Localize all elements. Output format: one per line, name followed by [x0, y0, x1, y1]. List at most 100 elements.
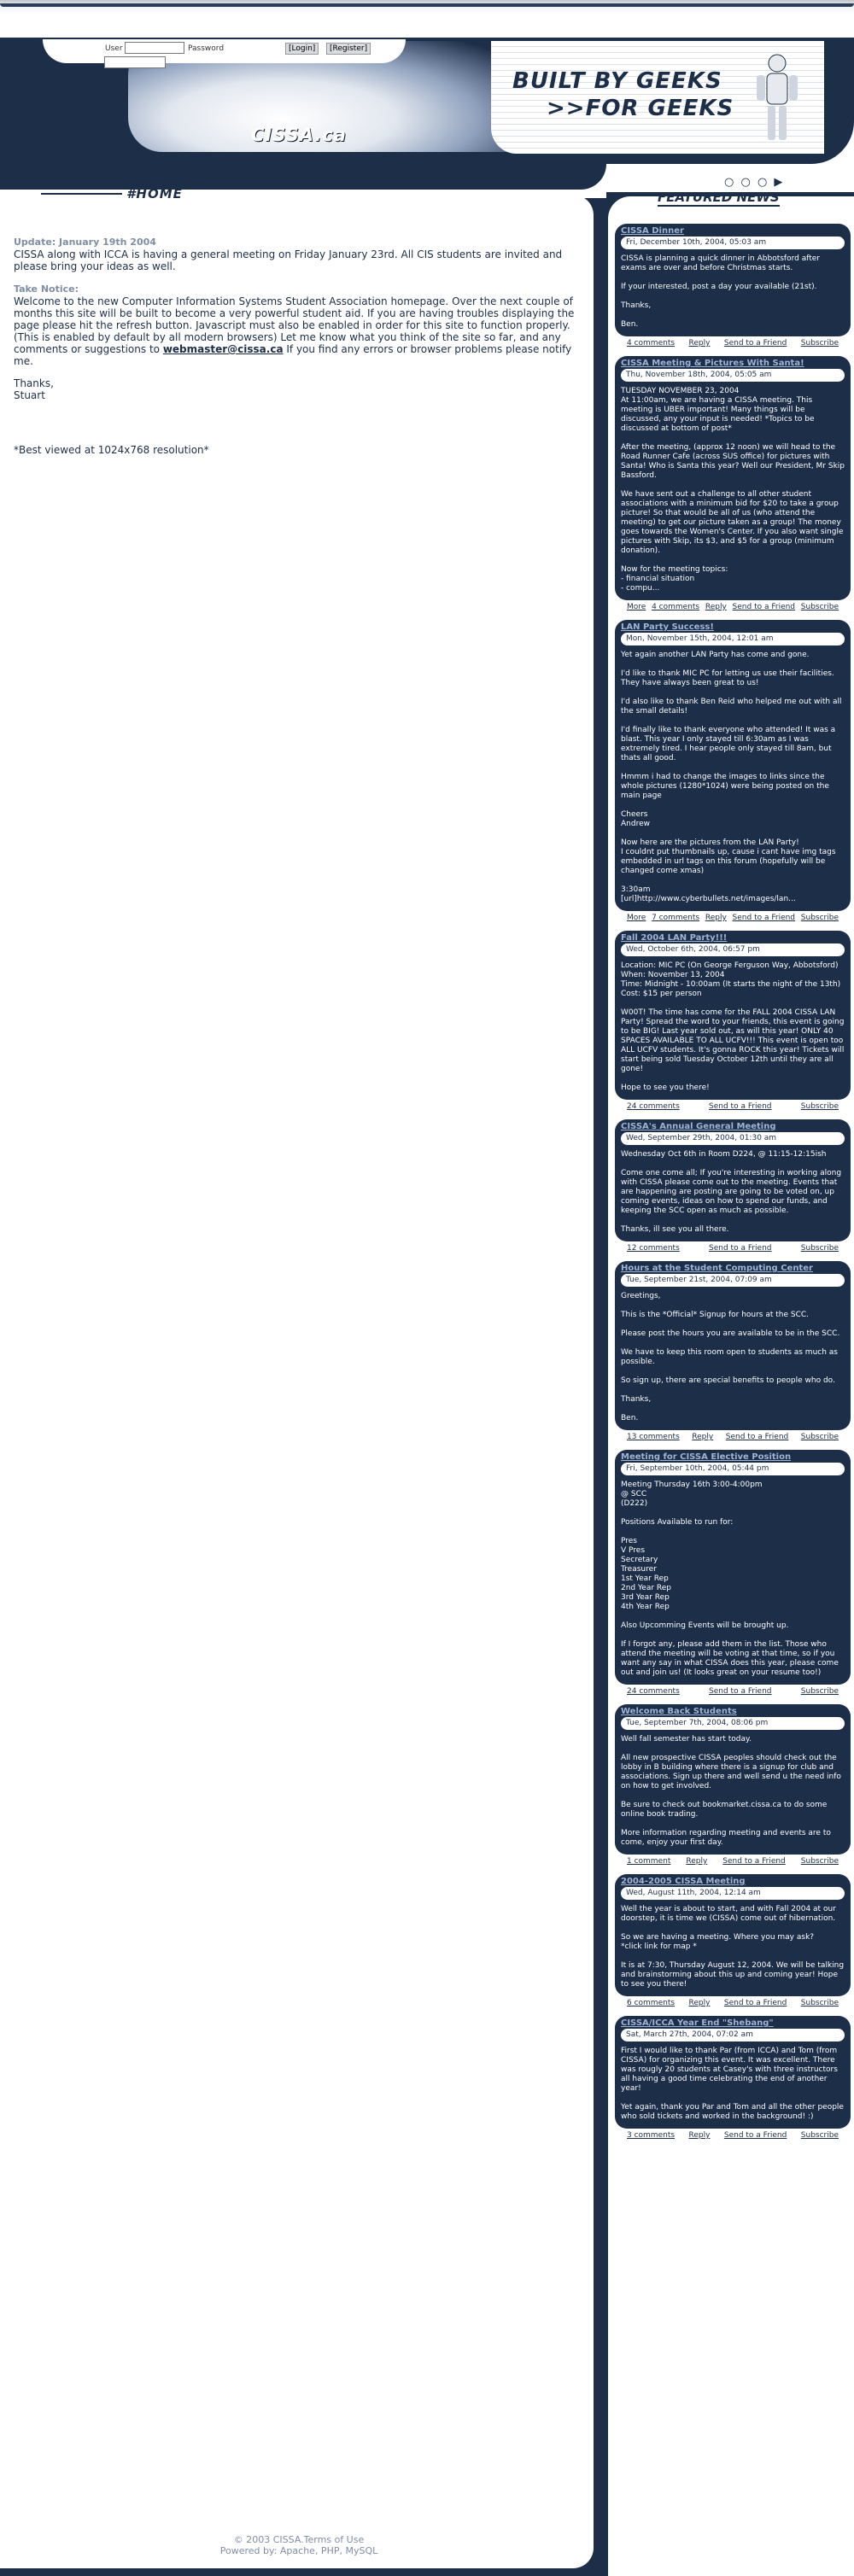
news-date: Tue, September 7th, 2004, 08:06 pm — [621, 1717, 845, 1730]
footer-powered: Powered by: Apache, PHP, MySQL — [219, 2545, 378, 2556]
news-date: Wed, October 6th, 2004, 06:57 pm — [621, 943, 845, 956]
news-link[interactable]: Subscribe — [801, 339, 839, 348]
news-title-link[interactable]: CISSA Meeting & Pictures With Santa! — [621, 359, 845, 368]
news-title-link[interactable]: LAN Party Success! — [621, 622, 845, 632]
news-link[interactable]: Reply — [692, 1433, 713, 1441]
news-link[interactable]: Send to a Friend — [709, 1244, 771, 1253]
news-link[interactable]: Send to a Friend — [726, 1433, 788, 1441]
signoff-text: Stuart — [14, 389, 45, 401]
news-link[interactable]: Send to a Friend — [733, 603, 795, 611]
main-content: Update: January 19th 2004 CISSA along wit… — [14, 236, 582, 466]
news-link[interactable]: Send to a Friend — [709, 1102, 771, 1111]
login-button[interactable]: [Login] — [285, 43, 319, 55]
news-link[interactable]: Subscribe — [801, 1857, 839, 1866]
news-date: Tue, September 21st, 2004, 07:09 am — [621, 1274, 845, 1287]
news-body: Greetings, This is the *Official* Signup… — [621, 1292, 840, 1422]
news-title-link[interactable]: CISSA Dinner — [621, 226, 845, 236]
news-body: Location: MIC PC (On George Ferguson Way… — [621, 961, 845, 1092]
password-input[interactable] — [104, 56, 166, 68]
news-link[interactable]: Subscribe — [801, 2131, 839, 2140]
news-item: 2004-2005 CISSA Meeting Wed, August 11th… — [615, 1874, 851, 1996]
news-links: 13 comments Reply Send to a Friend Subscrib… — [615, 1433, 851, 1441]
news-body: TUESDAY NOVEMBER 23, 2004 At 11:00am, we… — [621, 387, 845, 593]
robot-icon — [757, 54, 798, 140]
news-link[interactable]: Reply — [688, 339, 710, 348]
news-link[interactable]: Send to a Friend — [724, 339, 787, 348]
news-link[interactable]: 6 comments — [627, 1999, 675, 2007]
thanks-text: Thanks, — [14, 377, 54, 389]
user-input[interactable] — [125, 42, 184, 54]
news-link[interactable]: Reply — [688, 1999, 710, 2007]
news-link[interactable]: 12 comments — [627, 1244, 680, 1253]
news-links: 24 comments Send to a Friend Subscribe — [615, 1102, 851, 1111]
news-date: Fri, December 10th, 2004, 05:03 am — [621, 237, 845, 249]
news-link[interactable]: Send to a Friend — [724, 2131, 787, 2140]
news-link[interactable]: More — [627, 914, 646, 922]
news-link[interactable]: Send to a Friend — [709, 1687, 771, 1696]
news-title-link[interactable]: Hours at the Student Computing Center — [621, 1264, 845, 1273]
news-link[interactable]: 4 comments — [652, 603, 699, 611]
news-link[interactable]: Reply — [705, 914, 727, 922]
news-link[interactable]: Subscribe — [801, 914, 839, 922]
news-body: Wednesday Oct 6th in Room D224, @ 11:15-… — [621, 1150, 842, 1234]
news-item: CISSA's Annual General Meeting Wed, Sept… — [615, 1119, 851, 1241]
news-links: 3 comments Reply Send to a Friend Subscribe — [615, 2131, 851, 2140]
site-logo[interactable]: CISSA.ca — [251, 125, 347, 145]
news-item: CISSA Dinner Fri, December 10th, 2004, 0… — [615, 224, 851, 336]
news-title-link[interactable]: CISSA's Annual General Meeting — [621, 1122, 845, 1131]
news-link[interactable]: Send to a Friend — [733, 914, 795, 922]
slogan-line-2: >>FOR GEEKS — [547, 96, 734, 121]
news-title-link[interactable]: Fall 2004 LAN Party!!! — [621, 933, 845, 943]
news-item: CISSA Meeting & Pictures With Santa! Thu… — [615, 356, 851, 600]
news-link[interactable]: More — [627, 603, 646, 611]
user-label: User — [105, 44, 123, 53]
news-item: Meeting for CISSA Elective Position Fri,… — [615, 1450, 851, 1685]
news-link[interactable]: Send to a Friend — [722, 1857, 785, 1866]
password-label: Password — [188, 44, 225, 53]
news-link[interactable]: Subscribe — [801, 1687, 839, 1696]
news-link[interactable]: 3 comments — [627, 2131, 675, 2140]
news-title-link[interactable]: Welcome Back Students — [621, 1707, 845, 1716]
footer: © 2003 CISSA.Terms of Use Powered by: Ap… — [0, 2534, 598, 2556]
news-body: Meeting Thursday 16th 3:00-4:00pm @ SCC … — [621, 1481, 839, 1677]
news-item: Welcome Back Students Tue, September 7th… — [615, 1704, 851, 1855]
news-link[interactable]: 1 comment — [627, 1857, 670, 1866]
featured-news-heading: FEATURED NEWS — [658, 190, 780, 207]
news-title-link[interactable]: Meeting for CISSA Elective Position — [621, 1452, 845, 1462]
content-area — [0, 195, 594, 2568]
news-link[interactable]: Subscribe — [801, 1102, 839, 1111]
news-link[interactable]: Subscribe — [801, 1244, 839, 1253]
news-link[interactable]: Reply — [686, 1857, 707, 1866]
news-link[interactable]: 7 comments — [652, 914, 699, 922]
best-viewed-note: *Best viewed at 1024x768 resolution* — [14, 444, 209, 456]
news-link[interactable]: Send to a Friend — [724, 1999, 787, 2007]
news-link[interactable]: 4 comments — [627, 339, 675, 348]
news-title-link[interactable]: CISSA/ICCA Year End "Shebang" — [621, 2018, 845, 2028]
news-title-link[interactable]: 2004-2005 CISSA Meeting — [621, 1877, 845, 1886]
news-links: 6 comments Reply Send to a Friend Subscribe — [615, 1999, 851, 2007]
news-link[interactable]: 24 comments — [627, 1102, 680, 1111]
update-text: CISSA along with ICCA is having a genera… — [14, 248, 563, 272]
pager-dots[interactable]: ○ ○ ○ ▶ — [724, 176, 784, 189]
news-links: More 7 comments Reply Send to a Friend Subsc… — [615, 914, 851, 922]
news-link[interactable]: Subscribe — [801, 603, 839, 611]
news-links: 4 comments Reply Send to a Friend Subscribe — [615, 339, 851, 348]
news-body: First I would like to thank Par (from IC… — [621, 2047, 844, 2121]
news-body: Well the year is about to start, and wit… — [621, 1905, 845, 1989]
footer-copyright[interactable]: © 2003 CISSA.Terms of Use — [0, 2534, 598, 2545]
news-date: Fri, September 10th, 2004, 05:44 pm — [621, 1463, 845, 1475]
news-link[interactable]: Subscribe — [801, 1433, 839, 1441]
news-link[interactable]: Reply — [688, 2131, 710, 2140]
news-link[interactable]: 24 comments — [627, 1687, 680, 1696]
news-links: 24 comments Send to a Friend Subscribe — [615, 1687, 851, 1696]
news-date: Sat, March 27th, 2004, 07:02 am — [621, 2029, 845, 2042]
news-link[interactable]: Subscribe — [801, 1999, 839, 2007]
news-date: Wed, September 29th, 2004, 01:30 am — [621, 1132, 845, 1145]
news-link[interactable]: Reply — [705, 603, 727, 611]
news-date: Thu, November 18th, 2004, 05:05 am — [621, 369, 845, 382]
webmaster-email-link[interactable]: webmaster@cissa.ca — [163, 343, 284, 355]
register-button[interactable]: [Register] — [326, 43, 371, 55]
news-link[interactable]: 13 comments — [627, 1433, 680, 1441]
home-heading[interactable]: #HOME — [41, 186, 183, 202]
news-item: Fall 2004 LAN Party!!! Wed, October 6th,… — [615, 931, 851, 1100]
